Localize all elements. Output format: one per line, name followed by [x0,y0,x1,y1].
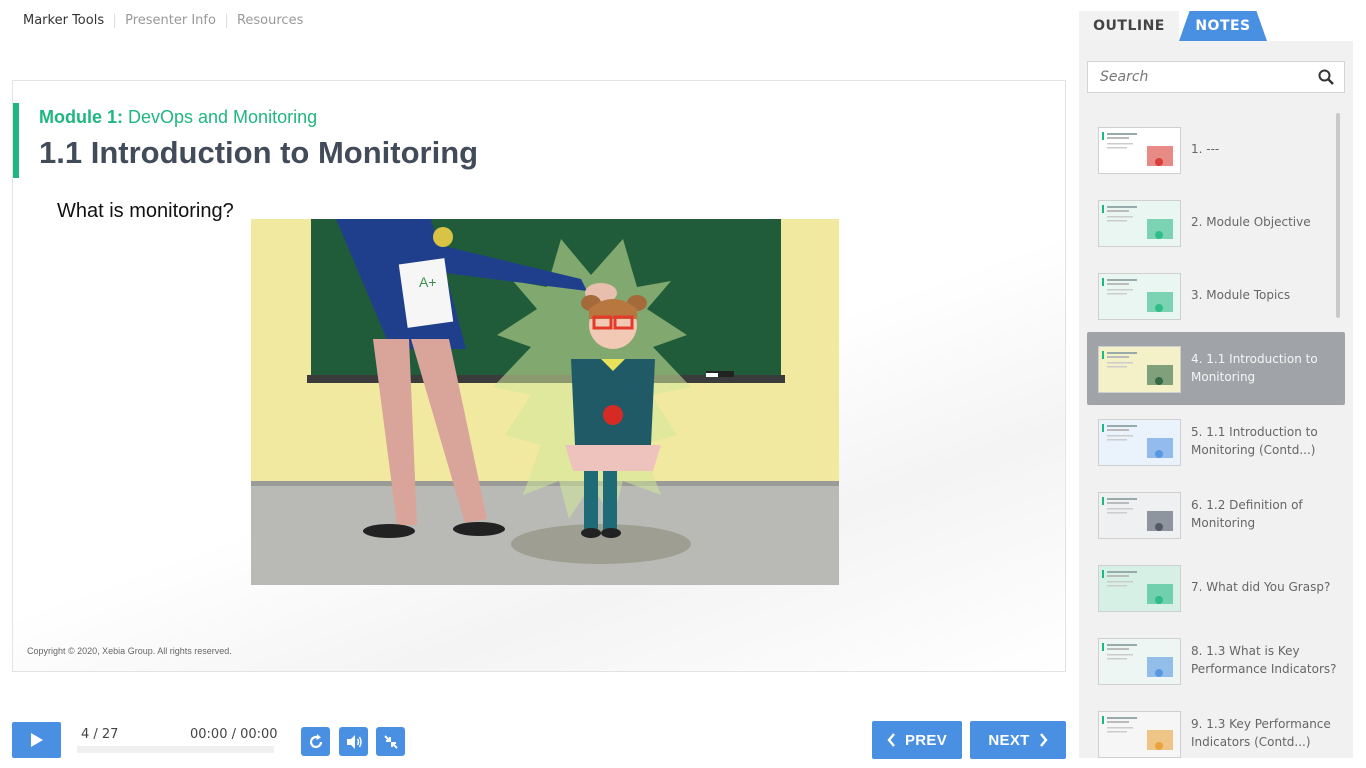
next-label: NEXT [988,731,1030,749]
play-button[interactable] [12,722,61,758]
play-icon [30,733,43,747]
outline-item-label: 6. 1.2 Definition of Monitoring [1191,498,1303,530]
title-accent-bar [13,103,19,178]
volume-icon [346,734,362,749]
prev-label: PREV [904,731,948,749]
slide-thumbnail [1098,638,1181,685]
outline-item[interactable]: 3. Module Topics [1087,259,1345,332]
chevron-right-icon [1039,733,1048,747]
outline-item[interactable]: 4. 1.1 Introduction to Monitoring [1087,332,1345,405]
replay-button[interactable] [301,727,330,756]
slide-thumbnail [1098,492,1181,539]
outline-item[interactable]: 5. 1.1 Introduction to Monitoring (Contd… [1087,405,1345,478]
search-box [1087,61,1345,93]
marker-tools-link[interactable]: Marker Tools [13,13,114,28]
module-name: DevOps and Monitoring [123,107,318,127]
slide-thumbnail [1098,419,1181,466]
outline-item-label: 8. 1.3 What is Key Performance Indicator… [1191,644,1337,676]
outline-item-label: 9. 1.3 Key Performance Indicators (Contd… [1191,717,1331,749]
sidebar-tabs: OUTLINE NOTES [1079,11,1366,41]
outline-item[interactable]: 9. 1.3 Key Performance Indicators (Contd… [1087,697,1345,768]
outline-item-label: 2. Module Objective [1191,214,1311,229]
slide-stage: Module 1: DevOps and Monitoring 1.1 Intr… [12,80,1066,672]
search-icon[interactable] [1318,69,1334,85]
outline-item-label: 3. Module Topics [1191,287,1291,302]
slide-thumbnail [1098,565,1181,612]
tab-notes[interactable]: NOTES [1179,11,1267,41]
slide-counter: 4 / 27 [81,727,119,742]
exit-fullscreen-button[interactable] [376,727,405,756]
tab-outline[interactable]: OUTLINE [1079,11,1179,41]
teacher-student-illustration: A+ [251,219,839,585]
outline-sidebar: OUTLINE NOTES 1. --- 2. Module Objective 3… [1079,0,1366,768]
volume-button[interactable] [339,727,368,756]
slide-thumbnail [1098,200,1181,247]
outline-item[interactable]: 6. 1.2 Definition of Monitoring [1087,478,1345,551]
outline-panel: 1. --- 2. Module Objective 3. Module Topic… [1079,41,1353,758]
top-menu: Marker Tools Presenter Info Resources [13,13,313,28]
outline-item[interactable]: 2. Module Objective [1087,186,1345,259]
outline-item-label: 4. 1.1 Introduction to Monitoring [1191,352,1318,384]
copyright-text: Copyright © 2020, Xebia Group. All right… [27,646,232,656]
prev-button[interactable]: PREV [872,721,962,759]
resources-link[interactable]: Resources [227,13,313,28]
outline-item-label: 1. --- [1191,141,1220,156]
presenter-info-link[interactable]: Presenter Info [115,13,226,28]
playback-time: 00:00 / 00:00 [190,727,278,742]
search-input[interactable] [1088,62,1308,92]
slide-question: What is monitoring? [57,200,234,222]
outline-item-label: 7. What did You Grasp? [1191,579,1331,594]
slide-thumbnail [1098,127,1181,174]
slide-thumbnail [1098,273,1181,320]
collapse-icon [383,734,398,749]
svg-text:A+: A+ [419,274,437,290]
module-heading: Module 1: DevOps and Monitoring [39,107,317,128]
outline-item[interactable]: 1. --- [1087,113,1345,186]
player-page: Marker Tools Presenter Info Resources Mo… [0,0,1366,768]
playback-progress-bar[interactable] [77,746,274,753]
outline-item[interactable]: 8. 1.3 What is Key Performance Indicator… [1087,624,1345,697]
module-prefix: Module 1: [39,107,123,127]
next-button[interactable]: NEXT [970,721,1066,759]
slide-thumbnail [1098,711,1181,758]
slide-title: 1.1 Introduction to Monitoring [39,135,479,170]
outline-item[interactable]: 7. What did You Grasp? [1087,551,1345,624]
outline-item-label: 5. 1.1 Introduction to Monitoring (Contd… [1191,425,1318,457]
slide-thumbnail [1098,346,1181,393]
replay-icon [309,733,322,748]
chevron-left-icon [887,733,895,747]
